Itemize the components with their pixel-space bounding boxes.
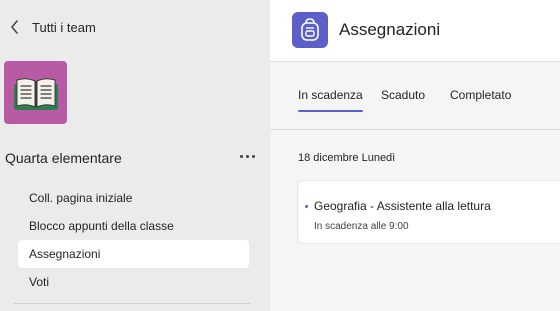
chevron-left-icon	[11, 20, 18, 34]
tab-label: Completato	[450, 88, 512, 102]
nav-item-label: Blocco appunti della classe	[29, 219, 174, 233]
main-panel: Assegnazioni In scadenza Scaduto Complet…	[270, 0, 560, 311]
nav-item-assignments[interactable]: Assegnazioni	[18, 240, 249, 268]
tab-upcoming[interactable]: In scadenza	[298, 88, 363, 112]
assignment-title: Geografia - Assistente alla lettura	[314, 199, 491, 213]
sidebar: Tutti i team Quarta elementare Coll. pag…	[0, 0, 270, 311]
sidebar-divider	[14, 303, 250, 304]
team-name: Quarta elementare	[5, 150, 122, 166]
nav-item-label: Coll. pagina iniziale	[29, 191, 133, 205]
back-label: Tutti i team	[32, 19, 96, 35]
tab-label: Scaduto	[381, 88, 426, 102]
nav-item-label: Assegnazioni	[29, 247, 101, 261]
main-header: Assegnazioni	[270, 0, 560, 62]
more-dot	[251, 154, 255, 158]
tab-past-due[interactable]: Scaduto	[381, 88, 425, 112]
open-book-icon	[13, 77, 58, 110]
backpack-icon	[301, 18, 319, 41]
nav-item-class-notebook[interactable]: Blocco appunti della classe	[18, 212, 249, 240]
back-to-all-teams-link[interactable]: Tutti i team	[10, 17, 96, 37]
nav-item-home-page[interactable]: Coll. pagina iniziale	[18, 184, 249, 212]
team-nav: Coll. pagina iniziale Blocco appunti del…	[18, 184, 249, 296]
team-logo	[4, 61, 67, 124]
more-options-button[interactable]	[236, 148, 258, 164]
assignment-due: In scadenza alle 9:00	[314, 221, 409, 232]
tab-label: In scadenza	[298, 88, 363, 102]
more-dot	[245, 154, 249, 158]
more-dot	[239, 154, 243, 158]
tab-completed[interactable]: Completato	[450, 88, 511, 112]
nav-item-label: Voti	[29, 275, 50, 289]
date-heading: 18 dicembre Lunedì	[298, 152, 396, 164]
page-title: Assegnazioni	[339, 20, 441, 39]
nav-item-grades[interactable]: Voti	[18, 268, 249, 296]
tab-bar: In scadenza Scaduto Completato	[270, 62, 560, 130]
bullet-dot	[305, 205, 308, 208]
assignments-app-icon	[292, 12, 328, 48]
assignment-card[interactable]: Geografia - Assistente alla lettura In s…	[297, 180, 560, 244]
